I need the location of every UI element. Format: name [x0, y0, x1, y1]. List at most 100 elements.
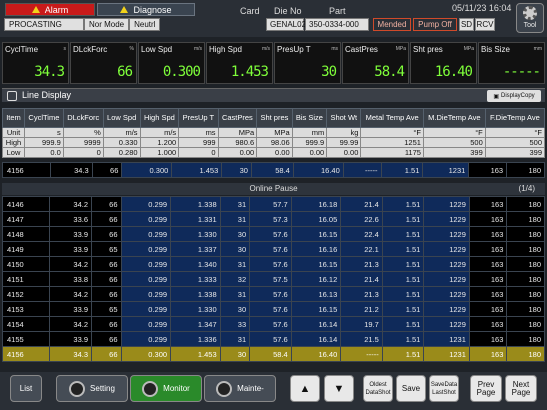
display-copy-label: DisplayCopy [500, 93, 535, 99]
prev-page-button[interactable]: Prev Page [470, 375, 502, 402]
table-cell: 66 [91, 211, 122, 227]
table-cell: 1229 [423, 301, 470, 317]
card-label: Card [240, 6, 260, 16]
table-cell: 1229 [423, 256, 470, 272]
table-cell: 57.3 [249, 211, 292, 227]
table-cell: 1229 [423, 196, 470, 212]
table-cell: 163 [468, 271, 508, 287]
table-cell: 0.299 [120, 241, 172, 257]
next-page-button[interactable]: Next Page [505, 375, 537, 402]
table-cell: 1.330 [170, 301, 221, 317]
camera-icon: ▣ [493, 93, 499, 100]
pump-status: Pump Off [413, 18, 457, 31]
monitor-icon [142, 380, 159, 397]
table-cell: 33.9 [49, 301, 93, 317]
table-row: 4147 33.6 66 0.299 1.331 31 57.3 16.05 22.6 1.51 1… [1, 211, 545, 227]
oldest-data-shot-button[interactable]: Oldest DataShot [363, 375, 393, 402]
table-cell: 57.6 [249, 331, 292, 347]
column-header: Bis Size [291, 108, 328, 128]
table-cell: 66 [91, 316, 122, 332]
table-cell: 31 [219, 331, 251, 347]
metric-label: Bis Size [481, 45, 510, 54]
save-label: Save [401, 383, 421, 393]
table-cell: 163 [468, 196, 508, 212]
table-cell: 57.6 [249, 316, 292, 332]
table-cell: 180 [506, 226, 545, 242]
save-data-last-shot-button[interactable]: SaveData LastShot [429, 375, 459, 402]
table-cell: 4148 [1, 226, 51, 242]
table-cell: 1.51 [380, 162, 424, 178]
list-button[interactable]: List [10, 375, 42, 402]
pause-label: Online Pause [249, 184, 298, 193]
process-status: PROCASTING Nor Mode Neutrl [4, 18, 161, 31]
metric-unit: MPa [395, 46, 406, 52]
limit-cell: 980.6 [217, 137, 258, 148]
table-row: 4153 33.9 65 0.299 1.330 30 57.6 16.15 21.2 1.51 1… [1, 301, 545, 317]
limit-cell: 0.00 [217, 147, 258, 158]
limit-cell: 399 [484, 147, 546, 158]
table-row: 4152 34.2 66 0.299 1.338 31 57.6 16.13 21.3 1.51 1… [1, 286, 545, 302]
column-header: PresUp T [178, 108, 219, 128]
prev-page-label: Prev Page [476, 379, 496, 397]
table-cell: 0.299 [120, 286, 172, 302]
table-cell: 1.338 [170, 286, 221, 302]
metric-value: ----- [502, 64, 541, 80]
setting-button[interactable]: Setting [56, 375, 128, 402]
limit-cell: 500 [422, 137, 486, 148]
tool-button[interactable]: Tool [516, 3, 544, 33]
page-indicator: (1/4) [518, 184, 535, 193]
table-cell: 21.2 [340, 301, 383, 317]
table-cell: 180 [506, 271, 545, 287]
table-cell: 4147 [1, 211, 51, 227]
table-cell: 21.5 [340, 331, 383, 347]
column-header: Shot Wt [326, 108, 362, 128]
setting-icon [69, 380, 86, 397]
table-cell: 1.51 [381, 286, 425, 302]
scroll-up-button[interactable]: ▲ [290, 375, 320, 402]
table-cell: 4146 [1, 196, 51, 212]
limit-cell: m/s [102, 127, 141, 138]
metric-box: High Spd m/s 1.453 [206, 42, 273, 84]
table-cell: 16.13 [290, 286, 342, 302]
scroll-down-button[interactable]: ▼ [324, 375, 354, 402]
save-button[interactable]: Save [396, 375, 426, 402]
table-cell: 163 [468, 346, 508, 362]
metric-box: CyclTime s 34.3 [2, 42, 69, 84]
table-cell: 1.51 [381, 331, 425, 347]
table-cell: 180 [506, 211, 545, 227]
table-cell: 34.2 [49, 286, 93, 302]
metric-box: Sht pres MPa 16.40 [410, 42, 477, 84]
table-row: 4156 34.3 66 0.300 1.453 30 58.4 16.40 ----- 1.51… [1, 346, 545, 362]
table-cell: 180 [506, 196, 545, 212]
metric-unit: MPa [463, 46, 474, 52]
savedata-label: SaveData LastShot [430, 381, 458, 396]
monitor-button[interactable]: Monitor [130, 375, 202, 402]
limit-cell: 399 [422, 147, 486, 158]
metric-label: PresUp T [277, 45, 311, 54]
table-cell: 66 [91, 346, 122, 362]
table-cell: 21.3 [340, 256, 383, 272]
list-label: List [19, 383, 33, 393]
table-cell: 16.14 [290, 316, 342, 332]
metric-label: CyclTime [5, 45, 39, 54]
metric-value: 0.300 [162, 64, 201, 80]
current-shot-table: 4156 34.3 66 0.300 1.453 30 58.4 16.40 ----- 1.51… [2, 162, 545, 178]
table-cell: 180 [506, 286, 545, 302]
table-cell: 180 [506, 256, 545, 272]
table-cell: 66 [91, 286, 122, 302]
diagnose-button[interactable]: Diagnose [97, 3, 195, 16]
table-cell: 1231 [422, 162, 470, 178]
table-cell: 1229 [423, 211, 470, 227]
table-cell: 0.300 [121, 162, 173, 178]
down-arrow-icon: ▼ [333, 382, 345, 395]
display-copy-button[interactable]: ▣ DisplayCopy [487, 90, 541, 102]
alarm-button[interactable]: Alarm [5, 3, 95, 16]
limit-cell: 9999 [62, 137, 104, 148]
column-header: F.DieTemp Ave [484, 108, 546, 128]
limit-cell: Low [1, 147, 26, 158]
table-row: 4154 34.2 66 0.299 1.347 33 57.6 16.14 19.7 1.51 1… [1, 316, 545, 332]
gear-icon [523, 6, 537, 20]
limit-cell: mm [291, 127, 328, 138]
column-header: High Spd [139, 108, 180, 128]
maintenance-button[interactable]: Mainte- [204, 375, 276, 402]
